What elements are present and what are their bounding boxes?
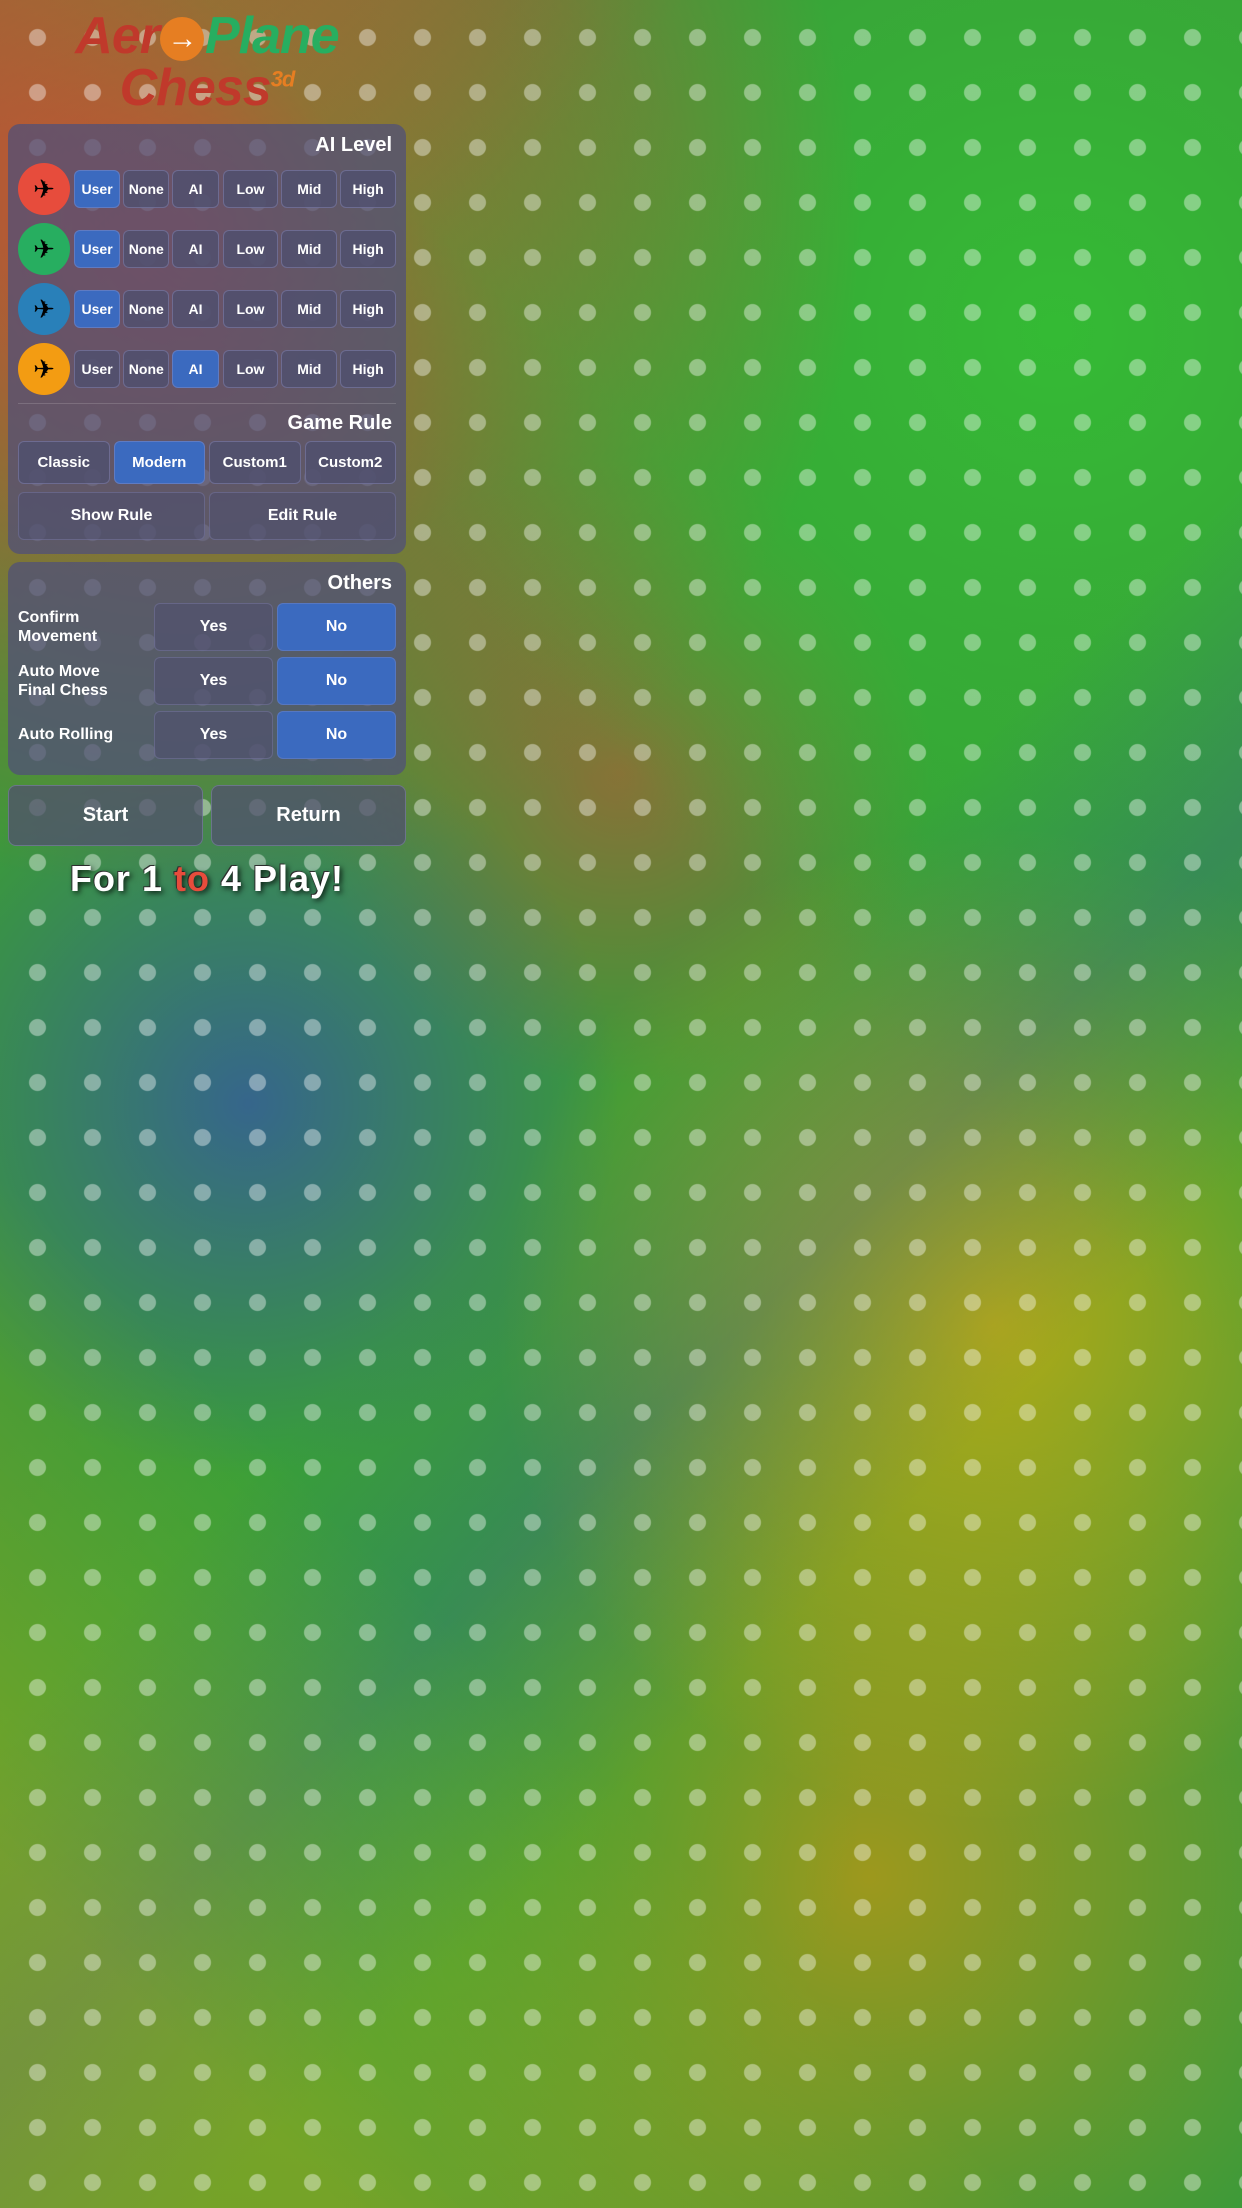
- game-rule-buttons: Classic Modern Custom1 Custom2: [18, 441, 396, 484]
- game-rule-label: Game Rule: [18, 412, 396, 435]
- footer-to: to: [174, 858, 210, 899]
- auto-rolling-row: Auto Rolling Yes No: [18, 711, 396, 759]
- player-row-green: ✈ User None AI Low Mid High: [18, 223, 396, 275]
- auto-rolling-no-btn[interactable]: No: [277, 711, 396, 759]
- footer-suffix: 4 Play!: [210, 858, 344, 899]
- divider-1: [18, 403, 396, 404]
- auto-rolling-yes-btn[interactable]: Yes: [154, 711, 273, 759]
- main-panel: AI Level ✈ User None AI Low Mid High ✈: [8, 124, 406, 554]
- others-label: Others: [18, 572, 396, 595]
- player-row-yellow: ✈ User None AI Low Mid High: [18, 343, 396, 395]
- auto-move-no-btn[interactable]: No: [277, 657, 396, 705]
- others-section: Others ConfirmMovement Yes No Auto MoveF…: [8, 562, 406, 775]
- logo-area: Aer→Plane Chess3d: [8, 0, 406, 119]
- logo-aero: Aer: [75, 7, 159, 65]
- modern-btn[interactable]: Modern: [114, 441, 206, 484]
- yellow-high-btn[interactable]: High: [340, 350, 396, 388]
- red-mid-btn[interactable]: Mid: [281, 170, 337, 208]
- yellow-low-btn[interactable]: Low: [223, 350, 279, 388]
- blue-btn-group: User None AI: [74, 290, 219, 328]
- player-icon-blue: ✈: [18, 283, 70, 335]
- yellow-ai-btn[interactable]: AI: [172, 350, 218, 388]
- blue-low-btn[interactable]: Low: [223, 290, 279, 328]
- logo-3d: 3d: [271, 67, 295, 92]
- green-user-btn[interactable]: User: [74, 230, 120, 268]
- ai-level-label: AI Level: [18, 134, 396, 157]
- green-none-btn[interactable]: None: [123, 230, 169, 268]
- auto-move-yesno: Yes No: [154, 657, 396, 705]
- player-icon-red: ✈: [18, 163, 70, 215]
- player-row-red: ✈ User None AI Low Mid High: [18, 163, 396, 215]
- classic-btn[interactable]: Classic: [18, 441, 110, 484]
- blue-user-btn[interactable]: User: [74, 290, 120, 328]
- blue-high-btn[interactable]: High: [340, 290, 396, 328]
- green-btn-group: User None AI: [74, 230, 219, 268]
- player-icon-yellow: ✈: [18, 343, 70, 395]
- red-low-btn[interactable]: Low: [223, 170, 279, 208]
- green-high-btn[interactable]: High: [340, 230, 396, 268]
- auto-rolling-label: Auto Rolling: [18, 725, 148, 744]
- blue-level-group: Low Mid High: [223, 290, 396, 328]
- auto-move-label: Auto MoveFinal Chess: [18, 662, 148, 700]
- blue-mid-btn[interactable]: Mid: [281, 290, 337, 328]
- red-high-btn[interactable]: High: [340, 170, 396, 208]
- show-edit-row: Show Rule Edit Rule: [18, 492, 396, 540]
- red-user-btn[interactable]: User: [74, 170, 120, 208]
- red-level-group: Low Mid High: [223, 170, 396, 208]
- red-plane-emoji: ✈: [33, 174, 55, 205]
- confirm-movement-yes-btn[interactable]: Yes: [154, 603, 273, 651]
- confirm-movement-yesno: Yes No: [154, 603, 396, 651]
- green-low-btn[interactable]: Low: [223, 230, 279, 268]
- yellow-btn-group: User None AI: [74, 350, 219, 388]
- yellow-mid-btn[interactable]: Mid: [281, 350, 337, 388]
- footer-prefix: For 1: [70, 858, 174, 899]
- blue-ai-btn[interactable]: AI: [172, 290, 218, 328]
- yellow-user-btn[interactable]: User: [74, 350, 120, 388]
- green-level-group: Low Mid High: [223, 230, 396, 268]
- auto-move-row: Auto MoveFinal Chess Yes No: [18, 657, 396, 705]
- show-rule-btn[interactable]: Show Rule: [18, 492, 205, 540]
- return-button[interactable]: Return: [211, 785, 406, 846]
- yellow-plane-emoji: ✈: [33, 354, 55, 385]
- red-btn-group: User None AI: [74, 170, 219, 208]
- red-none-btn[interactable]: None: [123, 170, 169, 208]
- blue-plane-emoji: ✈: [33, 294, 55, 325]
- confirm-movement-no-btn[interactable]: No: [277, 603, 396, 651]
- yellow-level-group: Low Mid High: [223, 350, 396, 388]
- footer-text: For 1 to 4 Play!: [8, 846, 406, 906]
- logo-chess: Chess: [120, 59, 271, 117]
- player-icon-green: ✈: [18, 223, 70, 275]
- green-ai-btn[interactable]: AI: [172, 230, 218, 268]
- blue-none-btn[interactable]: None: [123, 290, 169, 328]
- logo-circle-arrow: →: [160, 17, 204, 61]
- edit-rule-btn[interactable]: Edit Rule: [209, 492, 396, 540]
- start-return-row: Start Return: [8, 785, 406, 846]
- custom1-btn[interactable]: Custom1: [209, 441, 301, 484]
- confirm-movement-label: ConfirmMovement: [18, 608, 148, 646]
- green-mid-btn[interactable]: Mid: [281, 230, 337, 268]
- logo-plane: Plane: [205, 7, 339, 65]
- player-row-blue: ✈ User None AI Low Mid High: [18, 283, 396, 335]
- confirm-movement-row: ConfirmMovement Yes No: [18, 603, 396, 651]
- auto-move-yes-btn[interactable]: Yes: [154, 657, 273, 705]
- start-button[interactable]: Start: [8, 785, 203, 846]
- red-ai-btn[interactable]: AI: [172, 170, 218, 208]
- auto-rolling-yesno: Yes No: [154, 711, 396, 759]
- green-plane-emoji: ✈: [33, 234, 55, 265]
- custom2-btn[interactable]: Custom2: [305, 441, 397, 484]
- yellow-none-btn[interactable]: None: [123, 350, 169, 388]
